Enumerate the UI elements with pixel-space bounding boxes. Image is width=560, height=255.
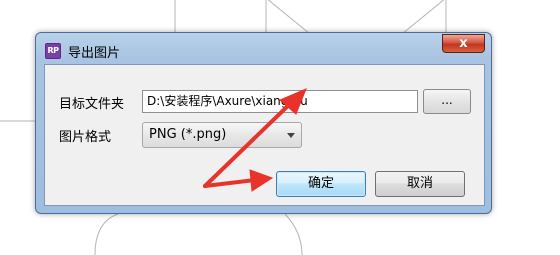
dialog-title: 导出图片 <box>68 46 121 61</box>
image-format-select[interactable]: PNG (*.png) <box>142 122 302 148</box>
close-button[interactable]: x <box>442 34 485 53</box>
cancel-button[interactable]: 取消 <box>375 171 465 197</box>
dialog-body: 目标文件夹 D:\安装程序\Axure\xiangmu ... 图片格式 PNG… <box>44 64 485 206</box>
image-format-value: PNG (*.png) <box>149 127 227 142</box>
close-icon: x <box>459 36 468 51</box>
target-folder-input[interactable]: D:\安装程序\Axure\xiangmu <box>142 90 418 113</box>
chevron-down-icon <box>287 133 295 138</box>
target-folder-label: 目标文件夹 <box>59 97 125 112</box>
image-format-label: 图片格式 <box>59 130 112 145</box>
axure-rp-icon: RP <box>45 43 61 59</box>
ok-button[interactable]: 确定 <box>276 171 366 197</box>
browse-button[interactable]: ... <box>423 89 471 114</box>
dialog-titlebar[interactable]: RP 导出图片 x <box>36 33 491 63</box>
export-image-dialog: RP 导出图片 x 目标文件夹 D:\安装程序\Axure\xiangmu ..… <box>35 32 492 214</box>
